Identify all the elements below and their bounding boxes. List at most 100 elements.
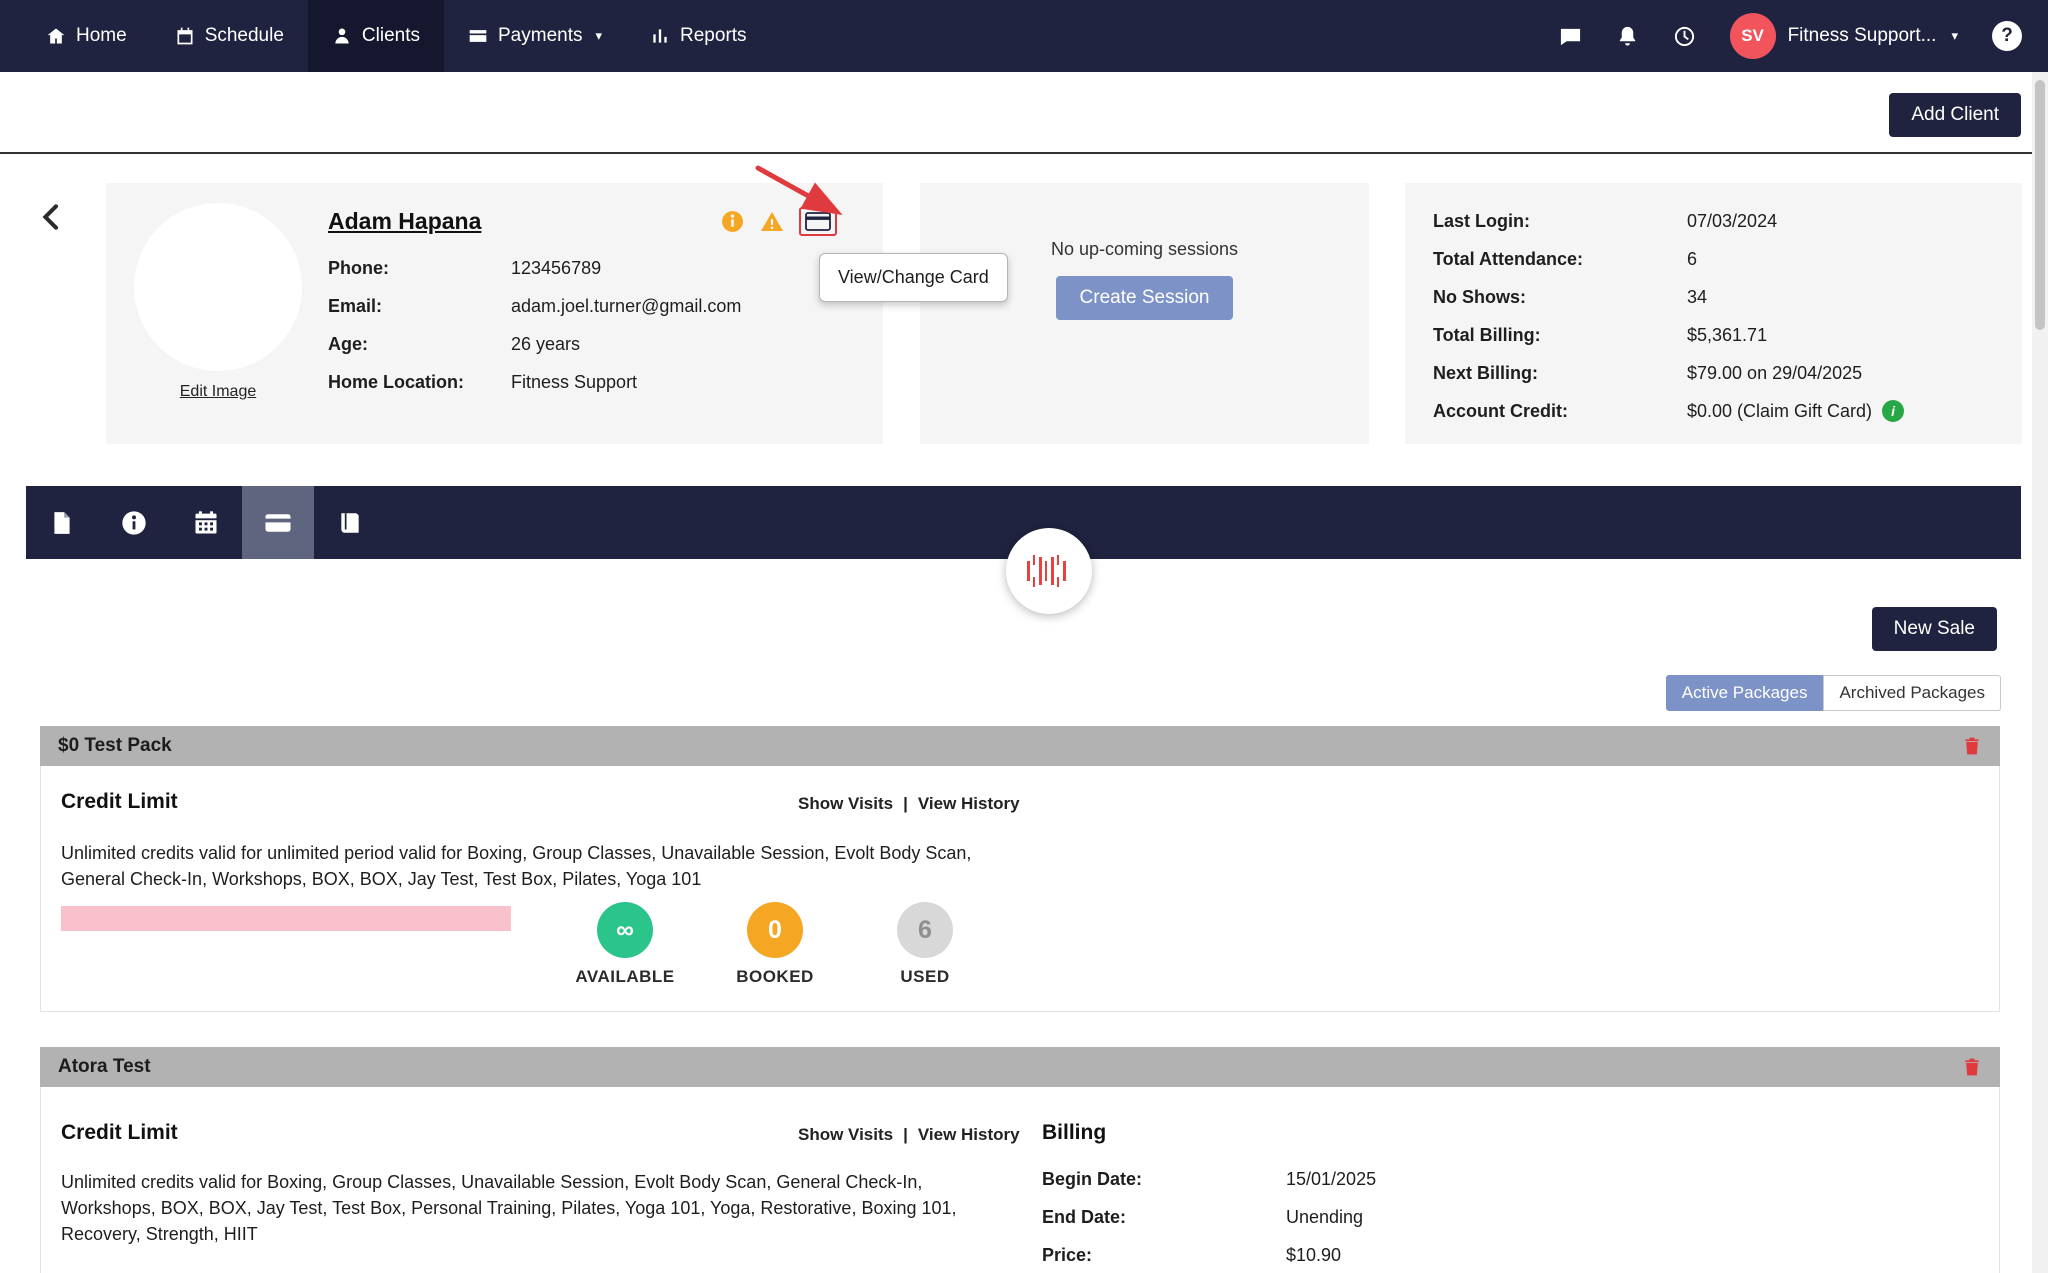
tab-documents[interactable] <box>26 486 98 559</box>
edit-image-link[interactable]: Edit Image <box>180 383 256 401</box>
book-icon <box>337 510 363 536</box>
counter-booked: 0 BOOKED <box>715 902 835 987</box>
chevron-down-icon: ▾ <box>1951 28 1958 43</box>
nav-item-label: Payments <box>498 25 583 46</box>
info-icon <box>120 509 148 537</box>
billing-heading: Billing <box>1042 1121 1107 1144</box>
credit-card-flag-highlight[interactable] <box>799 207 837 236</box>
add-client-button[interactable]: Add Client <box>1889 93 2021 137</box>
counter-label: BOOKED <box>736 967 814 986</box>
page-scrollbar[interactable] <box>2032 72 2048 1273</box>
client-stats-panel: Last Login: 07/03/2024 Total Attendance:… <box>1405 183 2022 444</box>
chevron-left-icon <box>36 201 68 233</box>
archived-packages-tab[interactable]: Archived Packages <box>1823 675 2001 711</box>
client-photo-placeholder <box>134 203 302 371</box>
tab-calendar[interactable] <box>170 486 242 559</box>
show-visits-link[interactable]: Show Visits <box>798 794 893 814</box>
show-visits-link[interactable]: Show Visits <box>798 1125 893 1145</box>
tab-info[interactable] <box>98 486 170 559</box>
billing-label: Begin Date: <box>1042 1169 1143 1189</box>
billing-end-date: End Date: Unending <box>1042 1207 1363 1228</box>
credit-limit-heading: Credit Limit <box>61 790 178 813</box>
stat-label: No Shows: <box>1433 287 1526 307</box>
stat-label: Next Billing: <box>1433 363 1539 383</box>
stat-value: 6 <box>1687 249 1698 269</box>
tab-notes[interactable] <box>314 486 386 559</box>
trash-icon <box>1962 736 1982 756</box>
account-name: Fitness Support... <box>1787 25 1937 46</box>
client-fields: Phone: 123456789 Email: adam.joel.turner… <box>328 256 861 394</box>
stat-value: 07/03/2024 <box>1687 211 1778 231</box>
info-flag-icon[interactable] <box>720 209 745 234</box>
nav-item-reports[interactable]: Reports <box>626 0 771 72</box>
field-phone: Phone: 123456789 <box>328 256 861 280</box>
top-navbar: Home Schedule Clients Payments ▾ Reports <box>0 0 2048 72</box>
package-body: Credit Limit Show Visits | View History … <box>40 766 2000 1012</box>
view-change-card-tooltip[interactable]: View/Change Card <box>819 253 1008 302</box>
stat-no-shows: No Shows: 34 <box>1433 285 1994 309</box>
counter-available: ∞ AVAILABLE <box>565 902 685 987</box>
stat-value: $0.00 (Claim Gift Card) <box>1687 401 1873 421</box>
credit-card-icon <box>263 508 293 538</box>
previous-client-button[interactable] <box>36 201 68 236</box>
nav-utilities: SV Fitness Support... ▾ ? <box>1559 0 2048 72</box>
trash-icon <box>1962 1057 1982 1077</box>
view-history-link[interactable]: View History <box>918 794 1020 814</box>
stat-value: $79.00 on 29/04/2025 <box>1687 363 1863 383</box>
view-history-link[interactable]: View History <box>918 1125 1020 1145</box>
bell-icon[interactable] <box>1616 25 1639 48</box>
page-header: Add Client <box>0 72 2048 154</box>
stat-value: $5,361.71 <box>1687 325 1768 345</box>
counter-used: 6 USED <box>865 902 985 987</box>
client-details: Adam Hapana Phone: 123456789 Email: adam… <box>308 203 861 424</box>
main-nav: Home Schedule Clients Payments ▾ Reports <box>0 0 771 72</box>
clock-icon[interactable] <box>1673 25 1696 48</box>
nav-item-schedule[interactable]: Schedule <box>151 0 308 72</box>
create-session-button[interactable]: Create Session <box>1055 276 1234 320</box>
nav-item-label: Schedule <box>204 25 284 46</box>
nav-item-label: Home <box>76 25 127 46</box>
credit-info-icon[interactable]: i <box>1882 400 1905 422</box>
client-overview: Edit Image Adam Hapana Phone: 123456789 … <box>0 183 2048 444</box>
delete-package-button[interactable] <box>1962 1057 1982 1077</box>
counter-label: AVAILABLE <box>575 967 675 986</box>
stat-total-attendance: Total Attendance: 6 <box>1433 247 1994 271</box>
client-avatar-block: Edit Image <box>128 203 308 424</box>
help-icon[interactable]: ? <box>1992 21 2022 51</box>
chevron-down-icon: ▾ <box>595 28 603 43</box>
payments-icon <box>468 26 488 46</box>
new-sale-button[interactable]: New Sale <box>1871 607 1997 651</box>
scrollbar-thumb[interactable] <box>2035 80 2045 330</box>
warning-flag-icon[interactable] <box>759 210 785 234</box>
nav-item-payments[interactable]: Payments ▾ <box>444 0 626 72</box>
package-title: $0 Test Pack <box>58 735 172 756</box>
page: Home Schedule Clients Payments ▾ Reports <box>0 0 2048 1273</box>
stat-last-login: Last Login: 07/03/2024 <box>1433 209 1994 233</box>
nav-item-label: Reports <box>680 25 747 46</box>
field-email: Email: adam.joel.turner@gmail.com <box>328 294 861 318</box>
link-divider: | <box>903 794 908 813</box>
field-label: Home Location: <box>328 372 465 392</box>
nav-item-home[interactable]: Home <box>22 0 151 72</box>
tab-payments-card[interactable] <box>242 486 314 559</box>
delete-package-button[interactable] <box>1962 736 1982 756</box>
client-name[interactable]: Adam Hapana <box>328 208 481 235</box>
active-packages-tab[interactable]: Active Packages <box>1665 675 1824 711</box>
field-value: Fitness Support <box>511 372 638 392</box>
credit-counters: ∞ AVAILABLE 0 BOOKED 6 USED <box>565 902 985 987</box>
account-menu[interactable]: SV Fitness Support... ▾ <box>1729 13 1958 59</box>
package-header: $0 Test Pack <box>40 726 2000 766</box>
avatar: SV <box>1729 13 1776 59</box>
no-sessions-text: No up-coming sessions <box>1050 239 1239 259</box>
document-icon <box>49 510 75 536</box>
field-label: Phone: <box>328 258 389 278</box>
credit-card-icon <box>805 212 831 231</box>
nav-item-clients[interactable]: Clients <box>307 0 444 72</box>
chat-icon[interactable] <box>1559 25 1582 48</box>
package-links: Show Visits | View History <box>798 794 1020 814</box>
billing-price: Price: $10.90 <box>1042 1245 1341 1266</box>
packages-filter-toggle: Active Packages Archived Packages <box>1665 675 2001 711</box>
barcode-logo-icon <box>1027 555 1071 587</box>
link-divider: | <box>903 1125 908 1144</box>
brand-badge <box>1006 528 1092 614</box>
